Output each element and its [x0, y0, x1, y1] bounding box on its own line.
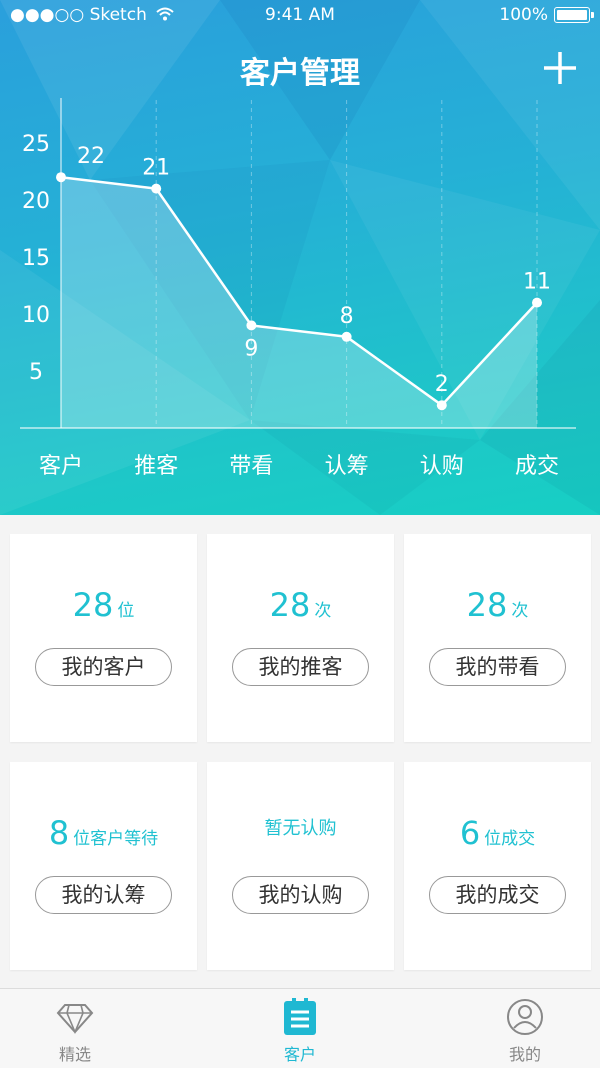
stat-unit: 位成交 — [484, 829, 536, 849]
y-tick-label: 15 — [22, 246, 50, 271]
y-tick-label: 20 — [22, 189, 50, 214]
tab-user[interactable]: 我的 — [450, 989, 600, 1068]
card-button[interactable]: 我的成交 — [429, 876, 566, 914]
tab-diamond[interactable]: 精选 — [0, 989, 150, 1068]
stat-value: 8 位客户等待 — [10, 814, 197, 854]
stat-card: 8 位客户等待 我的认筹 — [10, 762, 197, 970]
data-label: 21 — [142, 156, 170, 181]
card-button[interactable]: 我的带看 — [429, 648, 566, 686]
stat-unit: 位客户等待 — [73, 829, 159, 849]
x-tick-label: 认购 — [420, 454, 464, 479]
stat-number: 28 — [269, 586, 311, 624]
stat-number: 28 — [72, 586, 114, 624]
data-label: 9 — [244, 336, 258, 361]
user-icon — [507, 999, 543, 1035]
stat-value: 28 位 — [10, 586, 197, 626]
tab-label: 我的 — [508, 1045, 541, 1064]
x-tick-label: 推客 — [134, 454, 178, 479]
x-tick-label: 客户 — [39, 454, 83, 479]
tab-label: 客户 — [283, 1045, 316, 1064]
funnel-line-chart: 5 10 15 20 25 22 21 9 8 2 11 客户 推客 带看 认筹 认购 成交 — [20, 98, 576, 479]
stat-unit: 位 — [117, 601, 135, 621]
stat-card: 28 位我的客户 — [10, 534, 197, 742]
data-label: 22 — [77, 144, 105, 169]
data-point — [151, 183, 162, 194]
stat-number: 8 — [48, 814, 70, 852]
stat-unit: 次 — [314, 601, 332, 621]
data-label: 2 — [435, 372, 449, 397]
data-point — [436, 400, 447, 411]
stat-card: 6 位成交我的成交 — [404, 762, 591, 970]
card-button[interactable]: 我的认购 — [232, 876, 369, 914]
stats-grid: 28 位我的客户 28 次我的推客 28 次我的带看 8 位客户等待 我的认筹 暂无认购 我的认购 6… — [10, 534, 591, 970]
x-tick-label: 认筹 — [325, 454, 369, 479]
card-button[interactable]: 我的认筹 — [35, 876, 172, 914]
tab-list[interactable]: 客户 — [225, 989, 375, 1068]
y-tick-label: 10 — [22, 303, 50, 328]
stat-card: 28 次我的带看 — [404, 534, 591, 742]
card-button[interactable]: 我的推客 — [232, 648, 369, 686]
diamond-icon — [56, 1004, 94, 1035]
data-label: 11 — [523, 270, 551, 295]
header-banner: ●●●○○ Sketch 9:41 AM 100% 客户管理 5 10 15 20 25… — [0, 0, 600, 515]
x-tick-label: 成交 — [515, 454, 559, 479]
data-point — [246, 320, 257, 331]
data-point — [56, 172, 66, 183]
stat-number: 6 — [459, 814, 481, 852]
series-area — [61, 177, 537, 428]
stat-value: 6 位成交 — [404, 814, 591, 854]
stat-card: 暂无认购 我的认购 — [207, 762, 394, 970]
data-point — [532, 297, 542, 308]
stat-value: 暂无认购 — [207, 814, 394, 854]
data-label: 8 — [340, 304, 354, 329]
x-tick-label: 带看 — [229, 454, 273, 479]
card-button[interactable]: 我的客户 — [35, 648, 172, 686]
stat-value: 28 次 — [404, 586, 591, 626]
stat-text: 暂无认购 — [264, 818, 337, 839]
y-tick-label: 25 — [22, 132, 50, 157]
data-point — [341, 331, 352, 342]
stat-value: 28 次 — [207, 586, 394, 626]
list-icon — [284, 998, 316, 1035]
y-tick-label: 5 — [29, 360, 43, 385]
stat-number: 28 — [466, 586, 508, 624]
tab-label: 精选 — [58, 1045, 91, 1064]
stat-card: 28 次我的推客 — [207, 534, 394, 742]
stat-unit: 次 — [511, 601, 529, 621]
tab-bar: 精选 客户 我的 — [0, 988, 600, 1068]
